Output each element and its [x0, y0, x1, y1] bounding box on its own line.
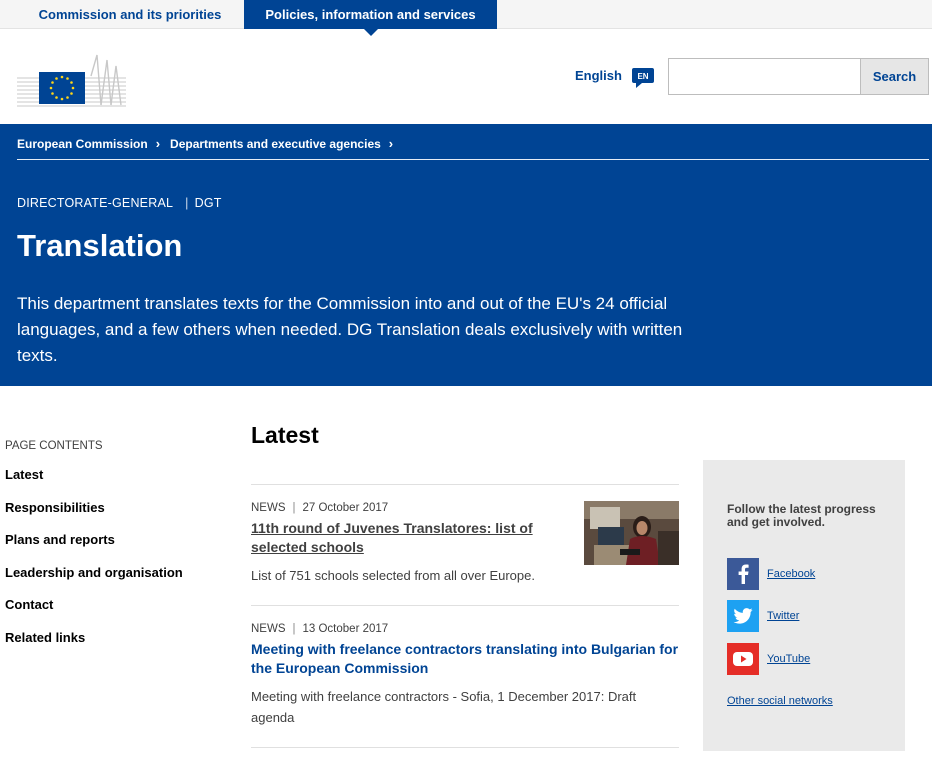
page-header-banner: European Commission › Departments and ex… [0, 124, 932, 386]
news-meta: NEWS | 13 October 2017 [251, 623, 679, 635]
twitter-icon [727, 600, 759, 632]
search-input[interactable] [668, 58, 861, 95]
breadcrumb-european-commission[interactable]: European Commission › [17, 136, 170, 151]
news-date: 27 October 2017 [302, 502, 389, 514]
news-meta: NEWS | 27 October 2017 [251, 502, 571, 514]
page-contents-item-responsibilities[interactable]: Responsibilities [5, 500, 183, 533]
news-headline-link[interactable]: 11th round of Juvenes Translatores: list… [251, 519, 571, 557]
active-tab-caret [363, 29, 378, 36]
meta-type: DIRECTORATE-GENERAL [17, 196, 174, 210]
page-title: Translation [17, 228, 183, 263]
social-media-box: Follow the latest progress and get invol… [703, 460, 905, 751]
page-contents-item-latest[interactable]: Latest [5, 467, 183, 500]
tab-commission-priorities[interactable]: Commission and its priorities [17, 0, 243, 29]
divider [251, 605, 679, 606]
divider [17, 159, 929, 160]
latest-heading: Latest [251, 422, 319, 448]
divider [251, 747, 679, 748]
divider: | [292, 623, 296, 635]
page-contents-label: PAGE CONTENTS [5, 440, 103, 452]
news-description: Meeting with freelance contractors - Sof… [251, 689, 637, 725]
divider [251, 484, 679, 485]
news-item: NEWS | 27 October 2017 11th round of Juven… [251, 502, 571, 586]
facebook-icon [727, 558, 759, 590]
youtube-icon [727, 643, 759, 675]
page-meta: DIRECTORATE-GENERAL | DGT [17, 196, 222, 210]
news-description: List of 751 schools selected from all ov… [251, 568, 535, 583]
tab-label: Policies, information and services [265, 7, 476, 22]
language-badge-icon[interactable]: EN [632, 68, 654, 88]
page-contents-nav: Latest Responsibilities Plans and report… [5, 467, 183, 662]
news-thumbnail-image[interactable] [584, 501, 679, 565]
breadcrumb-label: European Commission [17, 136, 148, 151]
page-contents-item-related-links[interactable]: Related links [5, 630, 183, 663]
european-commission-logo[interactable] [17, 52, 126, 107]
page-intro: This department translates texts for the… [17, 294, 683, 365]
meta-acronym: DGT [194, 196, 222, 210]
divider: | [185, 196, 189, 210]
tab-policies-information-services[interactable]: Policies, information and services [244, 0, 497, 36]
twitter-link[interactable]: Twitter [727, 600, 799, 632]
other-social-networks-link[interactable]: Other social networks [727, 695, 833, 707]
news-kind: NEWS [251, 502, 286, 514]
page-contents-item-contact[interactable]: Contact [5, 597, 183, 630]
facebook-link[interactable]: Facebook [727, 558, 815, 590]
search-button[interactable]: Search [860, 58, 929, 95]
page-contents-item-plans-reports[interactable]: Plans and reports [5, 532, 183, 565]
breadcrumb-departments[interactable]: Departments and executive agencies › [170, 136, 403, 151]
news-item: NEWS | 13 October 2017 Meeting with freela… [251, 623, 679, 728]
chevron-right-icon: › [155, 136, 161, 151]
divider: | [292, 502, 296, 514]
top-navigation-bar: Commission and its priorities Policies, … [0, 0, 932, 36]
news-kind: NEWS [251, 623, 286, 635]
youtube-link[interactable]: YouTube [727, 643, 810, 675]
breadcrumb: European Commission › Departments and ex… [17, 136, 403, 151]
language-selector[interactable]: English [575, 68, 622, 83]
language-code: EN [637, 72, 648, 81]
breadcrumb-label: Departments and executive agencies [170, 136, 381, 151]
news-date: 13 October 2017 [302, 623, 389, 635]
page-contents-item-leadership[interactable]: Leadership and organisation [5, 565, 183, 598]
social-network-label: Facebook [767, 568, 816, 580]
social-network-label: YouTube [767, 653, 811, 665]
news-headline-link[interactable]: Meeting with freelance contractors trans… [251, 640, 679, 678]
chevron-right-icon: › [388, 136, 394, 151]
social-lead-text: Follow the latest progress and get invol… [727, 502, 876, 529]
social-network-label: Twitter [767, 610, 800, 622]
